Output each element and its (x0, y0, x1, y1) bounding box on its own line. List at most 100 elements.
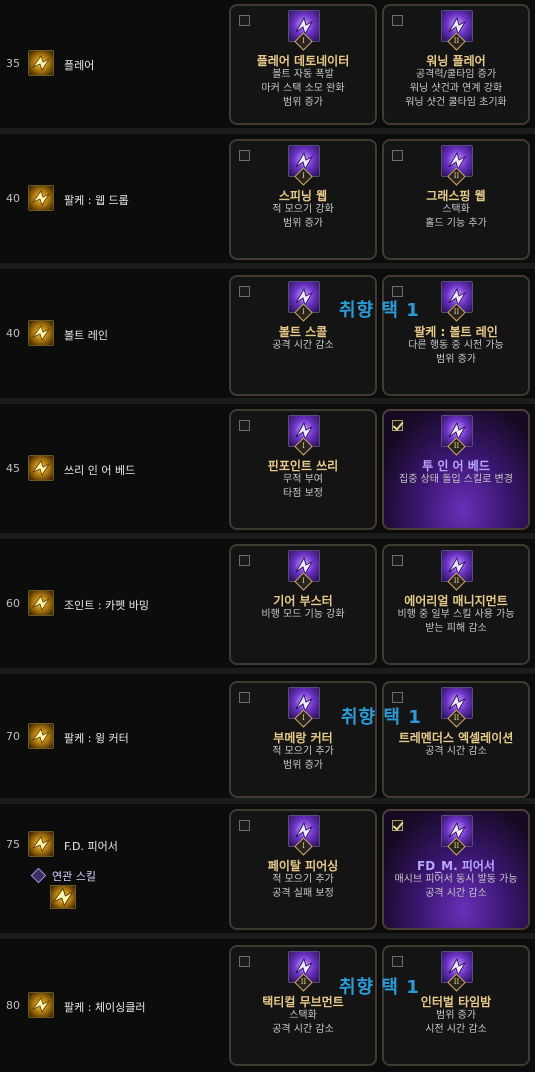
tripod-card-one[interactable]: I 스피닝 웹적 모으기 강화범위 증가 (229, 139, 377, 260)
fd-piercer-icon[interactable] (28, 831, 54, 857)
tripod-card-one[interactable]: I 기어 부스터 비행 모드 기능 강화 (229, 544, 377, 665)
row-divider (0, 128, 535, 134)
tripod-title: 플레어 데토네이터 (256, 54, 350, 68)
rank-numeral: I (302, 577, 305, 585)
tripod-checkbox[interactable] (239, 420, 250, 431)
tripod-description-line: 타점 보정 (283, 488, 323, 499)
tripod-description-line: 비행 모드 기능 강화 (261, 609, 345, 620)
skill-level: 60 (6, 597, 20, 610)
bolt-rain-icon[interactable] (28, 320, 54, 346)
tripod-description-line: 볼트 자동 폭발 (272, 69, 334, 80)
tripod-description-line: 범위 증가 (283, 97, 323, 108)
tripod-checkbox[interactable] (392, 820, 403, 831)
tripod-description-line: 공격력/쿨타임 증가 (415, 69, 497, 80)
rank-numeral: II (453, 172, 460, 180)
tripod-card-two[interactable]: II 인터벌 타임밤 범위 증가 시전 시간 감소 (382, 945, 530, 1066)
skill-name: 팔케 : 윙 커터 (64, 732, 129, 745)
skill-name: 플레어 (64, 59, 95, 72)
tripod-card-two[interactable]: II 투 인 어 베드 집중 상태 돌입 스킬로 변경 (382, 409, 530, 530)
related-skill-icon[interactable] (50, 885, 76, 909)
rank-numeral: II (453, 442, 460, 450)
tripod-checkbox[interactable] (239, 956, 250, 967)
tripod-description-line: 범위 증가 (436, 1010, 476, 1021)
tripod-card-one[interactable]: I 플레어 데토네이터 볼트 자동 폭발 마커 스택 소모 완화 범위 증가 (229, 4, 377, 125)
tripod-checkbox[interactable] (392, 150, 403, 161)
tripod-card-one[interactable]: I 볼트 스콜 공격 시간 감소 (229, 275, 377, 396)
row-divider (0, 798, 535, 804)
tripod-description: 적 모으기 강화범위 증가 (231, 203, 375, 231)
tripod-title: 페이탈 피어싱 (267, 859, 339, 873)
tripod-description-line: 다른 행동 중 시전 가능 (408, 340, 504, 351)
tripod-description-line: 적 모으기 강화 (272, 204, 334, 215)
tripod-description-line: 범위 증가 (436, 354, 476, 365)
preference-annotation: 취향 택 1 (339, 300, 420, 321)
tripod-description: 무적 부여 타점 보정 (231, 473, 375, 501)
tripod-description-line: 시전 시간 감소 (425, 1024, 487, 1035)
row-divider (0, 668, 535, 674)
tripod-card-one[interactable]: II 택티컬 무브먼트 스택화 공격 시간 감소 (229, 945, 377, 1066)
tripod-description-line: 공격 시간 감소 (425, 888, 487, 899)
tripod-description-line: 적 모으기 추가 (272, 746, 334, 757)
tripod-description-line: 홀드 기능 추가 (425, 218, 487, 229)
wing-cutter-icon[interactable] (28, 723, 54, 749)
skill-name: 팔케 : 웹 드롭 (64, 194, 129, 207)
tripod-checkbox[interactable] (392, 15, 403, 26)
tripod-card-two[interactable]: II FD_M. 피어서 매시브 피어서 동시 발동 가능 공격 시간 감소 (382, 809, 530, 930)
row-divider (0, 533, 535, 539)
tripod-description-line: 워닝 샷건 쿨타임 초기화 (405, 97, 507, 108)
tripod-description: 다른 행동 중 시전 가능범위 증가 (384, 339, 528, 367)
tripod-description: 집중 상태 돌입 스킬로 변경 (384, 473, 528, 487)
rank-numeral: I (302, 172, 305, 180)
tripod-description: 공격력/쿨타임 증가 워닝 샷건과 연계 강화 워닝 샷건 쿨타임 초기화 (384, 68, 528, 110)
tripod-description: 비행 모드 기능 강화 (231, 608, 375, 622)
tripod-description: 공격 시간 감소 (231, 339, 375, 353)
tripod-description: 공격 시간 감소 (384, 745, 528, 759)
tripod-description-line: 공격 시간 감소 (272, 340, 334, 351)
tripod-checkbox[interactable] (392, 692, 403, 703)
tripod-card-one[interactable]: I 핀포인트 쓰리 무적 부여 타점 보정 (229, 409, 377, 530)
tripod-checkbox[interactable] (392, 555, 403, 566)
carpet-bombing-icon[interactable] (28, 590, 54, 616)
tripod-title: 기어 부스터 (273, 594, 333, 608)
tripod-title: 스피닝 웹 (278, 189, 328, 203)
tripod-title: 투 인 어 베드 (422, 459, 490, 473)
tripod-card-two[interactable]: II 그래스핑 웹 스택화 홀드 기능 추가 (382, 139, 530, 260)
tripod-description: 스택화 홀드 기능 추가 (384, 203, 528, 231)
tripod-checkbox[interactable] (239, 286, 250, 297)
tripod-checkbox[interactable] (239, 150, 250, 161)
tripod-checkbox[interactable] (239, 555, 250, 566)
tripod-description-line: 적 모으기 추가 (272, 874, 334, 885)
tripod-checkbox[interactable] (239, 820, 250, 831)
skill-level: 75 (6, 838, 20, 851)
three-in-a-bed-icon[interactable] (28, 455, 54, 481)
tripod-card-one[interactable]: I 부메랑 커터 적 모으기 추가 범위 증가 (229, 681, 377, 798)
tripod-description: 비행 중 일부 스킬 사용 가능 받는 피해 감소 (384, 608, 528, 636)
web-drop-icon[interactable] (28, 185, 54, 211)
tripod-checkbox[interactable] (239, 15, 250, 26)
rank-numeral: I (302, 308, 305, 316)
rank-numeral: II (453, 714, 460, 722)
tripod-description-line: 공격 시간 감소 (272, 1024, 334, 1035)
rank-numeral: I (302, 37, 305, 45)
skill-name: F.D. 피어서 (64, 840, 118, 853)
skill-level: 45 (6, 462, 20, 475)
tripod-description-line: 범위 증가 (283, 218, 323, 229)
tripod-card-two[interactable]: II 에어리얼 매니지먼트 비행 중 일부 스킬 사용 가능 받는 피해 감소 (382, 544, 530, 665)
tripod-card-one[interactable]: I 페이탈 피어싱 적 모으기 추가 공격 실패 보정 (229, 809, 377, 930)
tripod-checkbox[interactable] (392, 420, 403, 431)
tripod-description-line: 집중 상태 돌입 스킬로 변경 (399, 474, 513, 485)
tripod-card-two[interactable]: II 워닝 플레어 공격력/쿨타임 증가 워닝 샷건과 연계 강화 워닝 샷건 쿨타임 … (382, 4, 530, 125)
preference-annotation: 취향 택 1 (341, 707, 422, 728)
tripod-checkbox[interactable] (239, 692, 250, 703)
skill-name: 팔케 : 체이싱클러 (64, 1001, 146, 1014)
chasing-icon[interactable] (28, 992, 54, 1018)
rank-numeral: II (453, 308, 460, 316)
burst-icon[interactable] (28, 50, 54, 76)
rank-numeral: I (302, 442, 305, 450)
tripod-description: 적 모으기 추가 범위 증가 (231, 745, 375, 773)
tripod-card-two[interactable]: II 트레멘더스 엑셀레이션 공격 시간 감소 (382, 681, 530, 798)
tripod-card-two[interactable]: II 팔케 : 볼트 레인 다른 행동 중 시전 가능 범위 증가 (382, 275, 530, 396)
rank-numeral: II (453, 577, 460, 585)
related-skill-label: 연관 스킬 (52, 870, 96, 883)
tripod-checkbox[interactable] (392, 956, 403, 967)
